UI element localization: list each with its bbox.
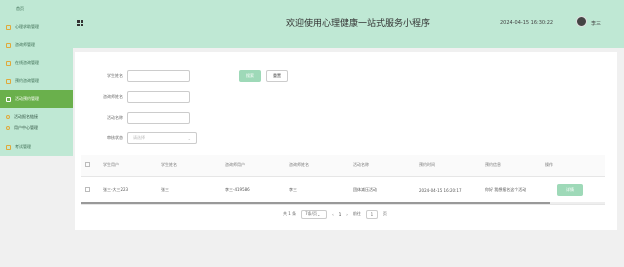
sidebar-item-label: 咨询师管理 <box>15 42 35 47</box>
sidebar-item-appointment[interactable]: 预约咨询管理 <box>0 72 73 90</box>
sidebar-item-activity[interactable]: 活动预约管理 <box>0 90 73 108</box>
column-header: 咨询师姓名 <box>285 155 349 177</box>
folder-icon <box>6 42 11 48</box>
sidebar-item-counselor[interactable]: 咨询师管理 <box>0 36 73 54</box>
counselor-name-input[interactable] <box>127 91 190 103</box>
exam-icon <box>6 144 11 150</box>
sidebar-item-label: 用户中心管理 <box>14 124 38 130</box>
review-status-placeholder: 请选择 <box>133 135 145 140</box>
page-size-value: 7条/页 <box>305 211 317 216</box>
pager-total: 共 1 条 <box>283 211 297 216</box>
sidebar-item-label: 预约咨询管理 <box>15 78 39 83</box>
table-row: 张三-大三223 张三 李三-419586 李三 团体减压活动 2024-04-… <box>81 176 605 205</box>
sidebar-item-exam[interactable]: 考试管理 <box>0 138 73 156</box>
review-status-label: 审核状态 <box>107 135 123 140</box>
current-page[interactable]: 1 <box>339 212 342 217</box>
column-header: 预约时间 <box>415 155 481 177</box>
sidebar-item-label: 活动预约管理 <box>15 96 39 101</box>
column-header: 学生姓名 <box>157 155 221 177</box>
counselor-name-label: 咨询师姓名 <box>103 94 123 99</box>
sidebar-item-label: 心理求助管理 <box>15 24 39 29</box>
table-cell: 团体减压活动 <box>349 176 415 205</box>
sidebar: 首页 心理求助管理 咨询师管理 在线咨询管理 预约咨询管理 活动预约管理 活动报… <box>0 0 73 267</box>
calendar-icon <box>6 78 11 84</box>
dot-icon <box>6 114 10 119</box>
sidebar-item-label: 首页 <box>16 6 24 11</box>
table-cell: 李三 <box>285 176 349 205</box>
user-icon <box>6 125 10 130</box>
goto-prefix: 前往 <box>352 211 361 216</box>
column-header: 咨询师用户 <box>221 155 285 177</box>
chat-icon <box>6 60 11 66</box>
select-all-cell[interactable] <box>81 155 99 177</box>
reset-button[interactable]: 重置 <box>266 70 288 82</box>
column-header: 操作 <box>541 155 605 177</box>
page-footer-area <box>73 230 624 267</box>
sidebar-item-home[interactable]: 首页 <box>0 0 73 18</box>
column-header: 活动名称 <box>349 155 415 177</box>
sidebar-item-user[interactable]: 用户中心管理 <box>0 123 73 132</box>
checkbox[interactable] <box>85 187 90 192</box>
review-status-select[interactable]: 请选择 ⌄ <box>127 132 197 144</box>
header-time: 2024-04-15 16:30:22 <box>500 20 554 26</box>
student-name-input[interactable] <box>127 70 190 82</box>
data-table: 学生用户 学生姓名 咨询师用户 咨询师姓名 活动名称 预约时间 预约信息 操作 … <box>81 155 605 205</box>
sidebar-item-label: 在线咨询管理 <box>15 60 39 65</box>
menu-grid-icon[interactable] <box>77 20 83 26</box>
table-header-row: 学生用户 学生姓名 咨询师用户 咨询师姓名 活动名称 预约时间 预约信息 操作 <box>81 155 605 177</box>
chevron-down-icon: ⌄ <box>317 211 321 217</box>
search-button[interactable]: 搜索 <box>239 70 261 82</box>
activity-icon <box>6 96 11 102</box>
table-cell: 张三-大三223 <box>99 176 157 205</box>
sidebar-item-label: 考试管理 <box>15 144 31 149</box>
activity-name-label: 活动名称 <box>107 115 123 120</box>
checkbox[interactable] <box>85 162 90 168</box>
student-name-label: 学生姓名 <box>107 73 123 78</box>
main-card: 学生姓名 咨询师姓名 活动名称 审核状态 请选择 ⌄ 搜索 重置 学生用户 学生… <box>75 52 617 230</box>
avatar[interactable] <box>576 16 587 27</box>
goto-suffix: 页 <box>382 211 387 216</box>
sidebar-subitem-signup[interactable]: 活动报名链接 <box>0 112 73 121</box>
next-page-button[interactable]: › <box>346 212 348 217</box>
username[interactable]: 李三 <box>591 20 601 27</box>
page-size-select[interactable]: 7条/页 ⌄ <box>301 209 328 219</box>
column-header: 预约信息 <box>481 155 541 177</box>
activity-name-input[interactable] <box>127 112 190 124</box>
table-cell: 你好 我想报名这个活动 <box>481 176 541 205</box>
scrollbar-thumb[interactable] <box>81 202 550 204</box>
header: 欢迎使用心理健康一站式服务小程序 2024-04-15 16:30:22 李三 <box>73 0 624 48</box>
column-header: 学生用户 <box>99 155 157 177</box>
row-select-cell[interactable] <box>81 176 99 205</box>
sidebar-item-online[interactable]: 在线咨询管理 <box>0 54 73 72</box>
action-cell: 详情 <box>541 176 605 205</box>
prev-page-button[interactable]: ‹ <box>332 212 334 217</box>
goto-page-input[interactable]: 1 <box>365 209 378 219</box>
table-cell: 张三 <box>157 176 221 205</box>
sidebar-item-help[interactable]: 心理求助管理 <box>0 18 73 36</box>
detail-button[interactable]: 详情 <box>557 184 583 196</box>
sidebar-item-label: 活动报名链接 <box>14 113 38 119</box>
pagination: 共 1 条 7条/页 ⌄ ‹ 1 › 前往 1 页 <box>283 208 387 220</box>
table-cell: 2024-04-15 16:20:17 <box>415 176 481 205</box>
folder-icon <box>6 24 11 30</box>
chevron-down-icon: ⌄ <box>187 135 191 141</box>
table-cell: 李三-419586 <box>221 176 285 205</box>
page-title: 欢迎使用心理健康一站式服务小程序 <box>286 19 431 29</box>
